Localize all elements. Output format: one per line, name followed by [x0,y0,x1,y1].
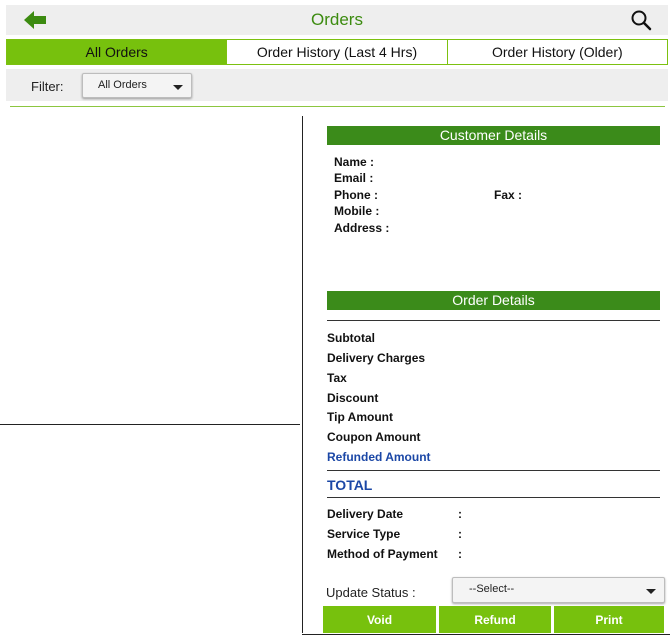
top-bar: Orders [6,5,668,35]
service-type-colon: : [458,527,462,541]
divider [302,634,670,635]
customer-address-label: Address : [334,221,390,235]
panel-divider [302,116,303,633]
divider [0,424,300,425]
divider [327,470,660,471]
void-button[interactable]: Void [323,606,436,633]
customer-phone-label: Phone : [334,188,378,202]
update-status-dropdown[interactable]: --Select-- [452,577,665,603]
coupon-amount-label: Coupon Amount [327,430,421,444]
divider [10,106,665,107]
customer-fax-label: Fax : [494,188,523,202]
tip-amount-label: Tip Amount [327,410,393,424]
payment-method-label: Method of Payment [327,547,438,561]
chevron-down-icon [646,589,656,594]
payment-method-colon: : [458,547,462,561]
refunded-amount-label: Refunded Amount [327,450,431,464]
tax-label: Tax [327,371,347,385]
customer-details-header: Customer Details [327,126,660,145]
chevron-down-icon [173,85,183,90]
page-title: Orders [311,10,363,29]
order-details-header: Order Details [327,291,660,310]
tab-order-history-last-4-hrs[interactable]: Order History (Last 4 Hrs) [226,40,447,64]
filter-label: Filter: [31,79,64,94]
search-icon[interactable] [630,9,652,31]
discount-label: Discount [327,391,379,405]
status-selected-value: --Select-- [469,583,515,595]
filter-dropdown[interactable]: All Orders [82,73,192,98]
total-label: TOTAL [327,477,373,493]
update-status-label: Update Status : [326,585,416,600]
customer-name-label: Name : [334,155,375,169]
filter-selected-value: All Orders [98,79,147,91]
delivery-date-label: Delivery Date [327,507,404,521]
divider [327,320,660,321]
tab-all-orders[interactable]: All Orders [7,40,227,64]
delivery-date-colon: : [458,507,462,521]
customer-email-label: Email : [334,171,374,185]
order-tabs: All Orders Order History (Last 4 Hrs) Or… [6,39,668,65]
refund-button[interactable]: Refund [439,606,551,633]
filter-bar: Filter: All Orders [6,69,668,101]
customer-mobile-label: Mobile : [334,204,380,218]
subtotal-label: Subtotal [327,331,375,345]
print-button[interactable]: Print [554,606,664,633]
service-type-label: Service Type [327,527,401,541]
tab-order-history-older[interactable]: Order History (Older) [446,40,667,64]
delivery-charges-label: Delivery Charges [327,351,426,365]
divider [327,497,660,498]
